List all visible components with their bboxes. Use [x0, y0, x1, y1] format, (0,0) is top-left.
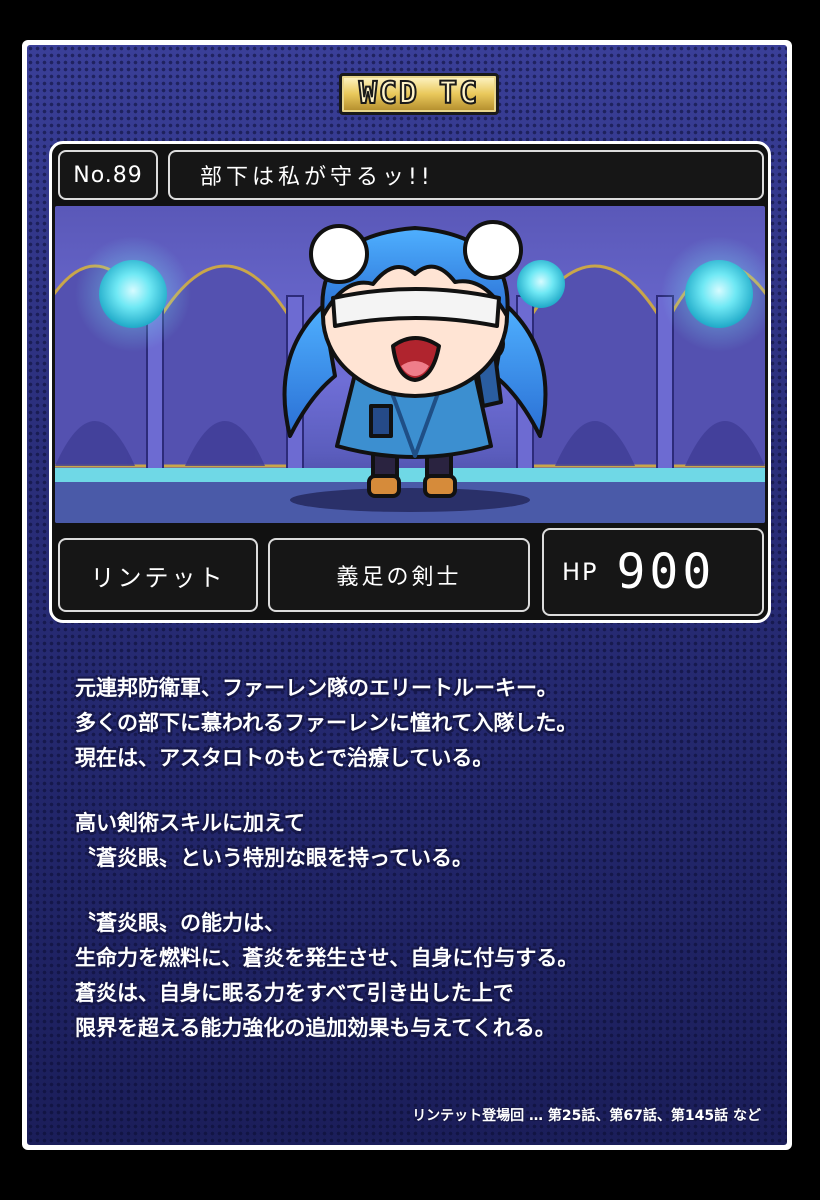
- description-line: 現在は、アスタロトのもとで治療している。: [75, 746, 494, 770]
- character-name: リンテット: [58, 538, 258, 612]
- description-line: 高い剣術スキルに加えて: [75, 811, 305, 835]
- character-description: 元連邦防衛軍、ファーレン隊のエリートルーキー。 多くの部下に慕われるファーレンに…: [75, 671, 755, 1046]
- wcd-tc-logo: WCD TC: [339, 73, 499, 115]
- hp-box: HP 900: [542, 528, 764, 616]
- character-scene: [55, 206, 765, 523]
- description-line: 蒼炎は、自身に眠る力をすべて引き出した上で: [75, 981, 514, 1005]
- description-line: 〝蒼炎眼〟の能力は、: [75, 911, 285, 935]
- description-line: 元連邦防衛軍、ファーレン隊のエリートルーキー。: [75, 676, 558, 700]
- hp-value: 900: [616, 544, 716, 600]
- description-line: 多くの部下に慕われるファーレンに憧れて入隊した。: [75, 711, 578, 735]
- description-line: 生命力を燃料に、蒼炎を発生させ、自身に付与する。: [75, 946, 579, 970]
- description-paragraph: 〝蒼炎眼〟の能力は、 生命力を燃料に、蒼炎を発生させ、自身に付与する。 蒼炎は、…: [75, 906, 755, 1046]
- description-line: 限界を超える能力強化の追加効果も与えてくれる。: [75, 1016, 556, 1040]
- logo-text: WCD TC: [358, 76, 480, 111]
- description-paragraph: 高い剣術スキルに加えて 〝蒼炎眼〟という特別な眼を持っている。: [75, 806, 755, 876]
- card-number: No.89: [58, 150, 158, 200]
- character-illustration: [282, 220, 548, 498]
- card-frame: WCD TC No.89 部下は私が守るッ!! リンテット 義足の剣士 HP 9…: [22, 40, 792, 1150]
- character-title: 義足の剣士: [268, 538, 530, 612]
- episode-list: リンテット登場回 … 第25話、第67話、第145話 など: [412, 1108, 761, 1124]
- character-panel: No.89 部下は私が守るッ!! リンテット 義足の剣士 HP 900: [49, 141, 771, 623]
- scene-illustration: [55, 220, 765, 523]
- character-quote: 部下は私が守るッ!!: [168, 150, 764, 200]
- description-line: 〝蒼炎眼〟という特別な眼を持っている。: [75, 846, 473, 870]
- hp-label: HP: [562, 558, 599, 586]
- description-paragraph: 元連邦防衛軍、ファーレン隊のエリートルーキー。 多くの部下に慕われるファーレンに…: [75, 671, 755, 776]
- card: WCD TC No.89 部下は私が守るッ!! リンテット 義足の剣士 HP 9…: [27, 45, 787, 1145]
